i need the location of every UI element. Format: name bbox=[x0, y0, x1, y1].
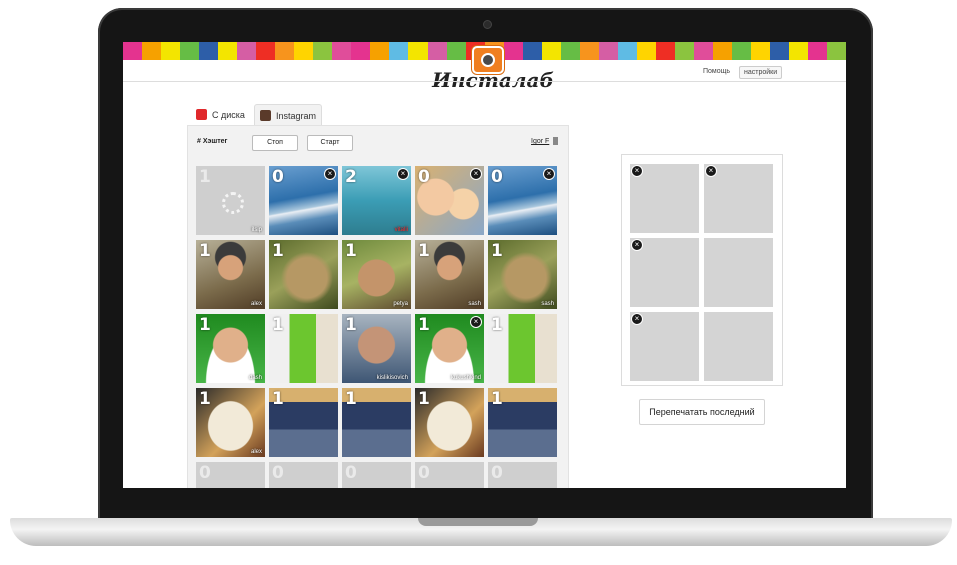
photo-tile[interactable]: 0 bbox=[415, 462, 484, 488]
photo-username: sash bbox=[541, 301, 554, 307]
remove-icon[interactable]: × bbox=[397, 168, 409, 180]
photo-username: petya bbox=[393, 301, 408, 307]
photo-tile[interactable]: 1 bbox=[488, 314, 557, 383]
app-screen: Инсталаб Помощь настройки С диска Instag… bbox=[123, 42, 846, 488]
queued-photo[interactable]: × bbox=[630, 164, 699, 233]
remove-icon[interactable]: × bbox=[631, 165, 643, 177]
stop-button[interactable]: Стоп bbox=[252, 135, 298, 151]
photo-tile[interactable]: 0 bbox=[196, 462, 265, 488]
photo-tile[interactable]: 1 alex bbox=[196, 240, 265, 309]
print-count: 0 bbox=[491, 463, 503, 483]
remove-icon[interactable]: × bbox=[631, 313, 643, 325]
print-count: 1 bbox=[491, 389, 503, 409]
photo-username: dash bbox=[248, 375, 262, 381]
remove-icon[interactable]: × bbox=[324, 168, 336, 180]
phone-icon bbox=[553, 137, 558, 145]
photo-tile[interactable]: 0 bbox=[488, 462, 557, 488]
photo-username: sash bbox=[468, 301, 481, 307]
remove-icon[interactable]: × bbox=[705, 165, 717, 177]
remove-icon[interactable]: × bbox=[470, 168, 482, 180]
help-link[interactable]: Помощь bbox=[699, 66, 734, 77]
user-name[interactable]: Igor F bbox=[531, 138, 549, 145]
photo-username: alex bbox=[250, 449, 262, 455]
empty-queue-slot bbox=[704, 238, 773, 307]
photo-tile[interactable]: 1 sash bbox=[488, 240, 557, 309]
print-queue-grid: × × × × bbox=[630, 164, 773, 381]
instagram-icon bbox=[260, 110, 271, 121]
print-count: 1 bbox=[272, 315, 284, 335]
queued-photo[interactable]: × bbox=[704, 164, 773, 233]
header-divider bbox=[123, 81, 846, 82]
queued-photo[interactable]: × bbox=[630, 238, 699, 307]
print-count: 1 bbox=[345, 315, 357, 335]
print-count: 1 bbox=[491, 241, 503, 261]
print-count: 1 bbox=[345, 241, 357, 261]
print-count: 0 bbox=[199, 463, 211, 483]
print-count: 1 bbox=[272, 389, 284, 409]
empty-queue-slot bbox=[704, 312, 773, 381]
tab-disk[interactable]: С диска bbox=[191, 104, 250, 125]
print-count: 2 bbox=[345, 167, 357, 187]
hashtag-input[interactable]: # Хэштег bbox=[197, 138, 227, 145]
remove-icon[interactable]: × bbox=[543, 168, 555, 180]
photo-username: kukushkind bbox=[450, 375, 481, 381]
print-count: 0 bbox=[272, 463, 284, 483]
remove-icon[interactable]: × bbox=[631, 239, 643, 251]
print-count: 0 bbox=[272, 167, 284, 187]
photo-username: alex bbox=[250, 301, 262, 307]
photo-username: ilsip bbox=[251, 227, 262, 233]
tab-disk-label: С диска bbox=[212, 109, 245, 120]
photo-tile[interactable]: 0 × bbox=[269, 166, 338, 235]
photo-tile[interactable]: 1 sash bbox=[415, 240, 484, 309]
tab-instagram[interactable]: Instagram bbox=[254, 104, 323, 126]
photo-username: vitalii bbox=[394, 227, 408, 233]
print-count: 0 bbox=[345, 463, 357, 483]
laptop-notch bbox=[418, 518, 538, 526]
print-count: 1 bbox=[199, 167, 211, 187]
print-count: 0 bbox=[418, 167, 430, 187]
photo-tile[interactable]: 2 vitalii × bbox=[342, 166, 411, 235]
print-count: 1 bbox=[272, 241, 284, 261]
photo-tile[interactable]: 0 bbox=[342, 462, 411, 488]
print-count: 1 bbox=[199, 241, 211, 261]
reprint-last-button[interactable]: Перепечатать последний bbox=[639, 399, 765, 425]
app-logo[interactable]: Инсталаб bbox=[423, 68, 563, 92]
photo-tile[interactable]: 1 ilsip bbox=[196, 166, 265, 235]
print-count: 1 bbox=[418, 241, 430, 261]
print-count: 1 bbox=[199, 389, 211, 409]
photo-tile[interactable]: 1 bbox=[269, 314, 338, 383]
photo-tile[interactable]: 1 kislikisovich bbox=[342, 314, 411, 383]
remove-icon[interactable]: × bbox=[470, 316, 482, 328]
settings-button[interactable]: настройки bbox=[739, 66, 783, 79]
photo-tile[interactable]: 1 dash bbox=[196, 314, 265, 383]
photo-tile[interactable]: 1 bbox=[415, 388, 484, 457]
disk-icon bbox=[196, 109, 207, 120]
photo-tile[interactable]: 0 × bbox=[488, 166, 557, 235]
photo-tile[interactable]: 0 bbox=[269, 462, 338, 488]
photo-tile[interactable]: 1 bbox=[342, 388, 411, 457]
photo-grid: 1 ilsip 0 × 2 vitalii × 0 × 0 × 1 alex 1 1 petya 1 sash 1 s… bbox=[196, 166, 557, 488]
loading-spinner-icon bbox=[222, 192, 244, 214]
start-button[interactable]: Старт bbox=[307, 135, 353, 151]
queued-photo[interactable]: × bbox=[630, 312, 699, 381]
photo-tile[interactable]: 1 petya bbox=[342, 240, 411, 309]
print-count: 0 bbox=[418, 463, 430, 483]
print-count: 0 bbox=[491, 167, 503, 187]
print-count: 1 bbox=[199, 315, 211, 335]
print-count: 1 bbox=[345, 389, 357, 409]
print-count: 1 bbox=[418, 389, 430, 409]
photo-tile[interactable]: 1 alex bbox=[196, 388, 265, 457]
photo-tile[interactable]: 1 bbox=[269, 388, 338, 457]
photo-tile[interactable]: 1 kukushkind × bbox=[415, 314, 484, 383]
photo-username: kislikisovich bbox=[376, 375, 408, 381]
photo-tile[interactable]: 1 bbox=[488, 388, 557, 457]
webcam-icon bbox=[483, 20, 492, 29]
tab-instagram-label: Instagram bbox=[276, 110, 317, 121]
photo-tile[interactable]: 0 × bbox=[415, 166, 484, 235]
print-count: 1 bbox=[491, 315, 503, 335]
print-count: 1 bbox=[418, 315, 430, 335]
photo-tile[interactable]: 1 bbox=[269, 240, 338, 309]
